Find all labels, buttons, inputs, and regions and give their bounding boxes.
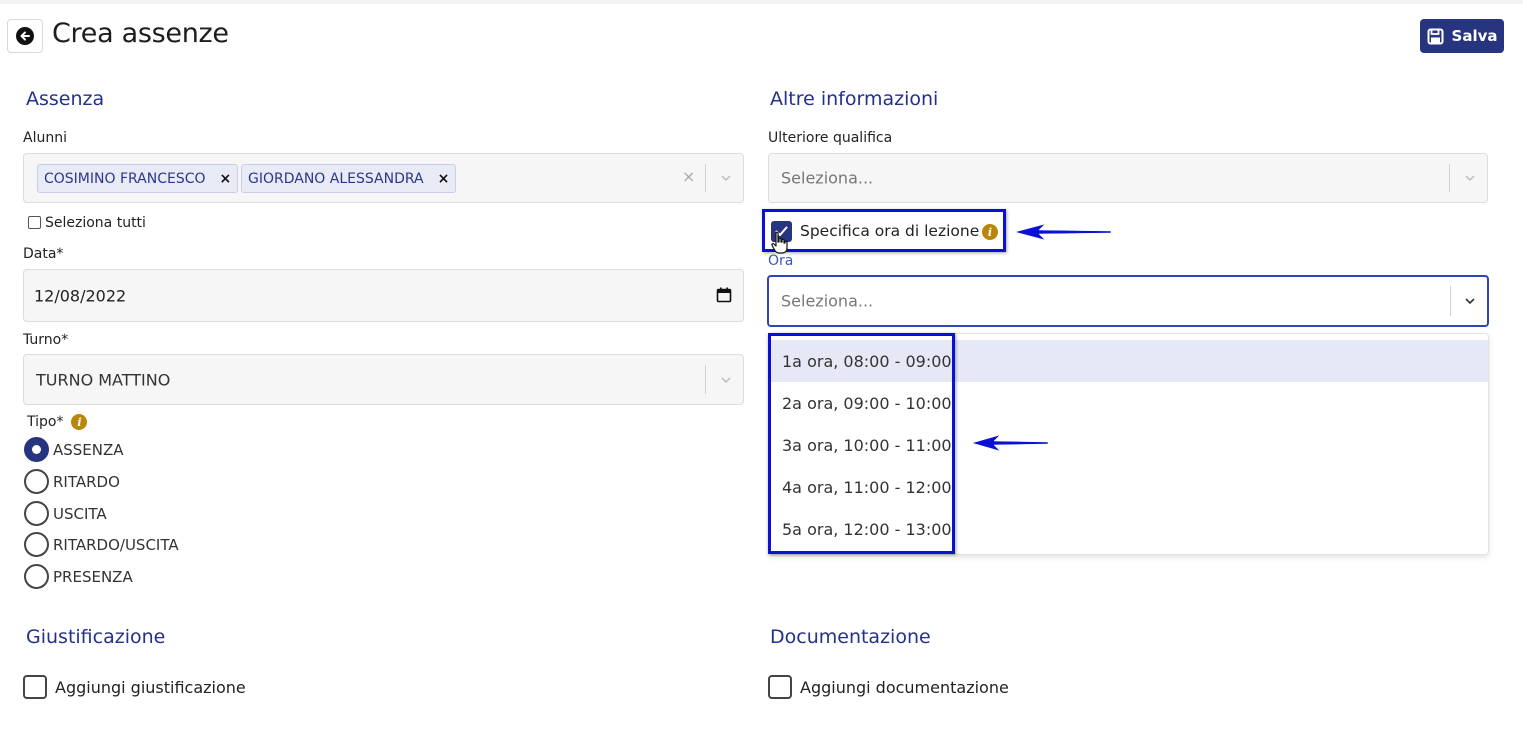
data-label: Data* bbox=[23, 246, 64, 262]
radio-label: USCITA bbox=[53, 504, 107, 523]
radio-option-assenza[interactable]: ASSENZA bbox=[24, 437, 124, 462]
date-value: 12/08/2022 bbox=[34, 286, 127, 305]
section-title-altre-informazioni: Altre informazioni bbox=[770, 88, 939, 110]
documentazione-label: Aggiungi documentazione bbox=[800, 677, 1009, 697]
top-divider bbox=[0, 0, 1523, 4]
back-button[interactable] bbox=[7, 19, 43, 53]
chip-alunno: COSIMINO FRANCESCO × bbox=[37, 164, 239, 193]
chevron-down-icon[interactable] bbox=[1464, 174, 1476, 182]
chip-remove-icon[interactable]: × bbox=[220, 171, 232, 187]
annotation-arrow bbox=[1014, 223, 1112, 241]
page-title: Crea assenze bbox=[52, 18, 229, 49]
giustificazione-checkbox[interactable] bbox=[23, 675, 47, 699]
radio-option-presenza[interactable]: PRESENZA bbox=[24, 564, 133, 589]
section-title-assenza: Assenza bbox=[26, 88, 105, 110]
calendar-icon[interactable] bbox=[716, 287, 732, 303]
radio-label: PRESENZA bbox=[53, 567, 133, 586]
radio-option-uscita[interactable]: USCITA bbox=[24, 501, 107, 526]
turno-label: Turno* bbox=[23, 332, 69, 348]
section-title-giustificazione: Giustificazione bbox=[26, 626, 166, 648]
save-button-label: Salva bbox=[1451, 27, 1498, 45]
documentazione-checkbox[interactable] bbox=[768, 675, 792, 699]
hand-cursor-icon bbox=[771, 231, 788, 254]
ulteriore-qualifica-label: Ulteriore qualifica bbox=[768, 130, 893, 146]
radio-label: RITARDO bbox=[53, 472, 120, 491]
radio-dot bbox=[32, 445, 41, 454]
radio-label: ASSENZA bbox=[53, 440, 124, 459]
info-icon[interactable]: i bbox=[71, 414, 88, 430]
alunni-multiselect[interactable]: COSIMINO FRANCESCO × GIORDANO ALESSANDRA… bbox=[23, 153, 744, 203]
chevron-down-icon[interactable] bbox=[1464, 297, 1476, 305]
section-title-documentazione: Documentazione bbox=[770, 626, 931, 648]
chip-remove-icon[interactable]: × bbox=[438, 171, 450, 187]
ulteriore-qualifica-select[interactable]: Seleziona... bbox=[768, 153, 1488, 203]
select-separator bbox=[1449, 164, 1450, 192]
radio-button[interactable] bbox=[24, 564, 49, 589]
select-all-label: Seleziona tutti bbox=[45, 215, 146, 231]
select-separator bbox=[1450, 286, 1451, 316]
save-icon bbox=[1427, 28, 1444, 44]
specifica-ora-label: Specifica ora di lezione bbox=[800, 222, 980, 240]
select-placeholder: Seleziona... bbox=[781, 168, 874, 188]
save-button[interactable]: Salva bbox=[1420, 19, 1504, 53]
info-icon[interactable]: i bbox=[982, 224, 998, 240]
radio-option-ritardo[interactable]: RITARDO bbox=[24, 469, 120, 494]
select-all-checkbox[interactable] bbox=[28, 216, 41, 229]
ora-label: Ora bbox=[768, 253, 794, 269]
radio-button[interactable] bbox=[24, 501, 49, 526]
chevron-down-icon[interactable] bbox=[720, 174, 732, 182]
radio-option-ritardo-uscita[interactable]: RITARDO/USCITA bbox=[24, 532, 179, 557]
chip-alunno: GIORDANO ALESSANDRA × bbox=[241, 164, 457, 193]
giustificazione-label: Aggiungi giustificazione bbox=[55, 677, 246, 697]
clear-icon[interactable]: × bbox=[682, 167, 695, 186]
giustificazione-checkbox-row[interactable]: Aggiungi giustificazione bbox=[23, 675, 246, 699]
annotation-arrow bbox=[971, 434, 1049, 452]
arrow-left-icon bbox=[16, 27, 34, 45]
documentazione-checkbox-row[interactable]: Aggiungi documentazione bbox=[768, 675, 1009, 699]
chevron-down-icon[interactable] bbox=[720, 376, 732, 384]
turno-value: TURNO MATTINO bbox=[36, 370, 171, 389]
select-placeholder: Seleziona... bbox=[781, 291, 874, 311]
ora-select[interactable]: Seleziona... bbox=[767, 275, 1489, 327]
tipo-label: Tipo* bbox=[27, 414, 64, 430]
chip-label: GIORDANO ALESSANDRA bbox=[248, 170, 424, 187]
radio-button[interactable] bbox=[24, 437, 49, 462]
date-input[interactable]: 12/08/2022 bbox=[23, 269, 744, 322]
chip-label: COSIMINO FRANCESCO bbox=[44, 170, 206, 187]
select-separator bbox=[705, 164, 706, 192]
select-separator bbox=[705, 365, 706, 394]
radio-label: RITARDO/USCITA bbox=[53, 535, 179, 554]
radio-button[interactable] bbox=[24, 532, 49, 557]
alunni-label: Alunni bbox=[23, 130, 67, 146]
radio-button[interactable] bbox=[24, 469, 49, 494]
specifica-ora-highlight: Specifica ora di lezione i bbox=[762, 209, 1006, 252]
options-highlight bbox=[768, 333, 955, 554]
turno-select[interactable]: TURNO MATTINO bbox=[23, 354, 744, 405]
tipo-label-row: Tipo* i bbox=[27, 414, 88, 430]
